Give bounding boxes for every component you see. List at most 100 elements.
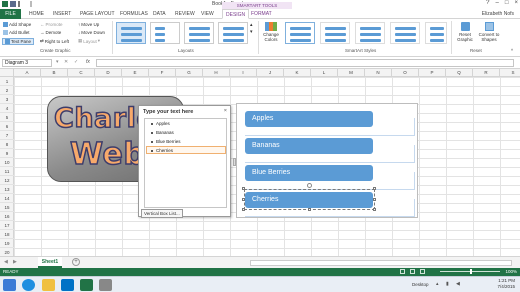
add-shape-button[interactable]: Add Shape bbox=[3, 22, 31, 27]
column-header[interactable]: I bbox=[230, 69, 257, 77]
volume-icon[interactable]: ◀ bbox=[456, 281, 460, 287]
close-icon[interactable]: × bbox=[224, 108, 227, 114]
row-header[interactable]: 16 bbox=[0, 212, 14, 221]
collapse-ribbon-button[interactable]: ^ bbox=[511, 48, 513, 53]
row-header[interactable]: 14 bbox=[0, 194, 14, 203]
clock[interactable]: 1:21 PM 7/4/2015 bbox=[497, 278, 515, 290]
column-header[interactable]: P bbox=[419, 69, 446, 77]
resize-handle[interactable] bbox=[373, 187, 376, 190]
tab-formulas[interactable]: FORMULAS bbox=[117, 9, 151, 19]
resize-handle[interactable] bbox=[308, 208, 311, 211]
row-header[interactable]: 7 bbox=[0, 131, 14, 140]
formula-input[interactable] bbox=[96, 59, 514, 67]
user-name[interactable]: Elizabeth Nofs bbox=[482, 11, 514, 17]
enter-icon[interactable]: ✓ bbox=[74, 59, 78, 65]
smartart-shape[interactable]: Blue Berries bbox=[245, 165, 373, 181]
column-header[interactable]: N bbox=[365, 69, 392, 77]
move-up-button[interactable]: ↑ Move Up bbox=[78, 22, 99, 27]
outlook-icon[interactable] bbox=[61, 279, 74, 291]
smartart-style-4[interactable] bbox=[390, 22, 420, 44]
insert-function-button[interactable]: fx bbox=[86, 59, 90, 65]
move-down-button[interactable]: ↓ Move Down bbox=[78, 30, 105, 35]
text-pane-item[interactable]: Cherries bbox=[151, 148, 173, 153]
zoom-level[interactable]: 100% bbox=[505, 269, 517, 274]
row-header[interactable]: 10 bbox=[0, 158, 14, 167]
row-header[interactable]: 19 bbox=[0, 239, 14, 248]
layout-option-4[interactable] bbox=[218, 22, 248, 44]
tab-page-layout[interactable]: PAGE LAYOUT bbox=[77, 9, 118, 19]
layout-option-vertical-box-list[interactable] bbox=[116, 22, 146, 44]
resize-handle[interactable] bbox=[373, 198, 376, 201]
rotate-handle-icon[interactable] bbox=[307, 183, 312, 188]
tab-format[interactable]: FORMAT bbox=[248, 9, 275, 19]
select-all-corner[interactable] bbox=[0, 69, 14, 77]
tab-file[interactable]: FILE bbox=[0, 9, 21, 19]
smartart-shape[interactable]: Apples bbox=[245, 111, 373, 127]
sheet-tab[interactable]: Sheet1 bbox=[38, 257, 62, 268]
cancel-icon[interactable]: ✕ bbox=[64, 59, 68, 65]
column-header[interactable]: A bbox=[14, 69, 41, 77]
row-header[interactable]: 18 bbox=[0, 230, 14, 239]
tab-home[interactable]: HOME bbox=[26, 9, 47, 19]
text-pane-item[interactable]: Apples bbox=[151, 121, 170, 126]
save-icon[interactable] bbox=[10, 1, 16, 7]
smartart-style-5[interactable] bbox=[425, 22, 447, 44]
desktop-toolbar-label[interactable]: Desktop bbox=[412, 282, 429, 287]
promote-button[interactable]: ← Promote bbox=[40, 22, 63, 27]
row-header[interactable]: 15 bbox=[0, 203, 14, 212]
row-header[interactable]: 6 bbox=[0, 122, 14, 131]
layout-dropdown[interactable]: ▦ Layout ▾ bbox=[78, 38, 100, 44]
row-header[interactable]: 13 bbox=[0, 185, 14, 194]
smartart-style-2[interactable] bbox=[320, 22, 350, 44]
column-header[interactable]: R bbox=[473, 69, 500, 77]
internet-explorer-icon[interactable] bbox=[22, 279, 35, 291]
resize-handle[interactable] bbox=[242, 198, 245, 201]
smartart-graphic[interactable]: Apples Bananas Blue Berries Cherries bbox=[236, 103, 418, 218]
smartart-shape[interactable]: Bananas bbox=[245, 138, 373, 154]
excel-icon[interactable] bbox=[80, 279, 93, 291]
row-header[interactable]: 4 bbox=[0, 104, 14, 113]
row-header[interactable]: 20 bbox=[0, 248, 14, 256]
close-icon[interactable]: × bbox=[514, 0, 518, 6]
layout-name-link[interactable]: Vertical Box List... bbox=[141, 209, 183, 218]
column-header[interactable]: S bbox=[500, 69, 520, 77]
row-header[interactable]: 3 bbox=[0, 95, 14, 104]
resize-handle[interactable] bbox=[242, 208, 245, 211]
tab-insert[interactable]: INSERT bbox=[50, 9, 74, 19]
column-header[interactable]: D bbox=[95, 69, 122, 77]
minimize-icon[interactable]: – bbox=[496, 0, 499, 6]
row-header[interactable]: 11 bbox=[0, 167, 14, 176]
tab-view[interactable]: VIEW bbox=[198, 9, 217, 19]
reset-graphic-button[interactable]: Reset Graphic bbox=[454, 22, 476, 42]
row-header[interactable]: 2 bbox=[0, 86, 14, 95]
help-icon[interactable]: ? bbox=[486, 0, 489, 6]
add-sheet-icon[interactable]: + bbox=[72, 258, 80, 266]
layout-option-3[interactable] bbox=[184, 22, 214, 44]
network-icon[interactable]: ▮ bbox=[446, 281, 449, 287]
redo-icon[interactable] bbox=[26, 1, 32, 7]
start-icon[interactable] bbox=[3, 279, 16, 291]
add-bullet-button[interactable]: Add Bullet bbox=[3, 30, 30, 35]
horizontal-scrollbar[interactable] bbox=[250, 260, 512, 266]
tab-data[interactable]: DATA bbox=[150, 9, 169, 19]
convert-to-shapes-button[interactable]: Convert to Shapes bbox=[477, 22, 501, 42]
column-header[interactable]: G bbox=[176, 69, 203, 77]
row-header[interactable]: 5 bbox=[0, 113, 14, 122]
column-header[interactable]: H bbox=[203, 69, 230, 77]
text-pane-button[interactable]: Text Pane bbox=[2, 38, 35, 45]
zoom-slider-knob[interactable] bbox=[470, 269, 472, 274]
text-pane-item[interactable]: Bananas bbox=[151, 130, 174, 135]
column-header[interactable]: O bbox=[392, 69, 419, 77]
change-colors-button[interactable]: Change Colors bbox=[261, 22, 281, 42]
text-pane-editor[interactable]: Apples Bananas Blue Berries Cherries bbox=[144, 118, 227, 208]
row-header[interactable]: 17 bbox=[0, 221, 14, 230]
app-icon[interactable] bbox=[99, 279, 112, 291]
file-explorer-icon[interactable] bbox=[42, 279, 55, 291]
restore-icon[interactable]: □ bbox=[505, 0, 509, 6]
column-header[interactable]: J bbox=[257, 69, 284, 77]
layouts-more-button[interactable]: ▴ ▾ bbox=[250, 22, 253, 35]
tab-review[interactable]: REVIEW bbox=[172, 9, 198, 19]
undo-icon[interactable] bbox=[18, 1, 24, 7]
column-header[interactable]: F bbox=[149, 69, 176, 77]
row-header[interactable]: 12 bbox=[0, 176, 14, 185]
